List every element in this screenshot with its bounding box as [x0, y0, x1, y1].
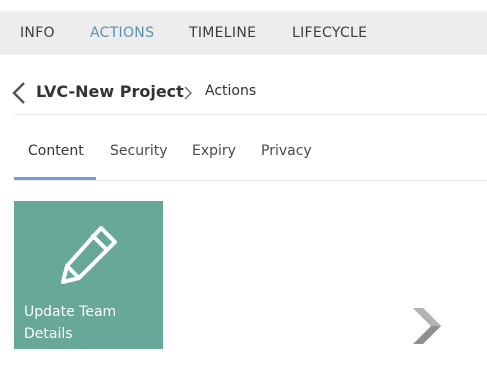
- tile-label: Update Team Details: [24, 304, 117, 342]
- subtab-content[interactable]: Content: [28, 143, 84, 159]
- breadcrumb-current: Actions: [205, 83, 257, 99]
- subtab-security[interactable]: Security: [110, 143, 168, 159]
- subtab-privacy[interactable]: Privacy: [261, 143, 312, 159]
- tab-lifecycle[interactable]: LIFECYCLE: [292, 11, 367, 55]
- breadcrumb-parent[interactable]: LVC-New Project: [36, 82, 184, 101]
- divider: [14, 180, 487, 181]
- pencil-icon: [61, 226, 117, 284]
- top-tab-bar: INFO ACTIONS TIMELINE LIFECYCLE: [0, 11, 487, 55]
- tab-timeline[interactable]: TIMELINE: [189, 11, 256, 55]
- tab-actions[interactable]: ACTIONS: [90, 11, 154, 55]
- page: INFO ACTIONS TIMELINE LIFECYCLE LVC-New …: [0, 0, 487, 377]
- subtab-expiry[interactable]: Expiry: [192, 143, 236, 159]
- next-arrow-icon[interactable]: [411, 306, 443, 346]
- divider: [14, 114, 487, 115]
- back-chevron-icon[interactable]: [10, 81, 30, 105]
- tab-info[interactable]: INFO: [20, 11, 55, 55]
- update-team-details-tile[interactable]: Update Team Details: [14, 201, 163, 349]
- chevron-right-icon: [184, 86, 193, 100]
